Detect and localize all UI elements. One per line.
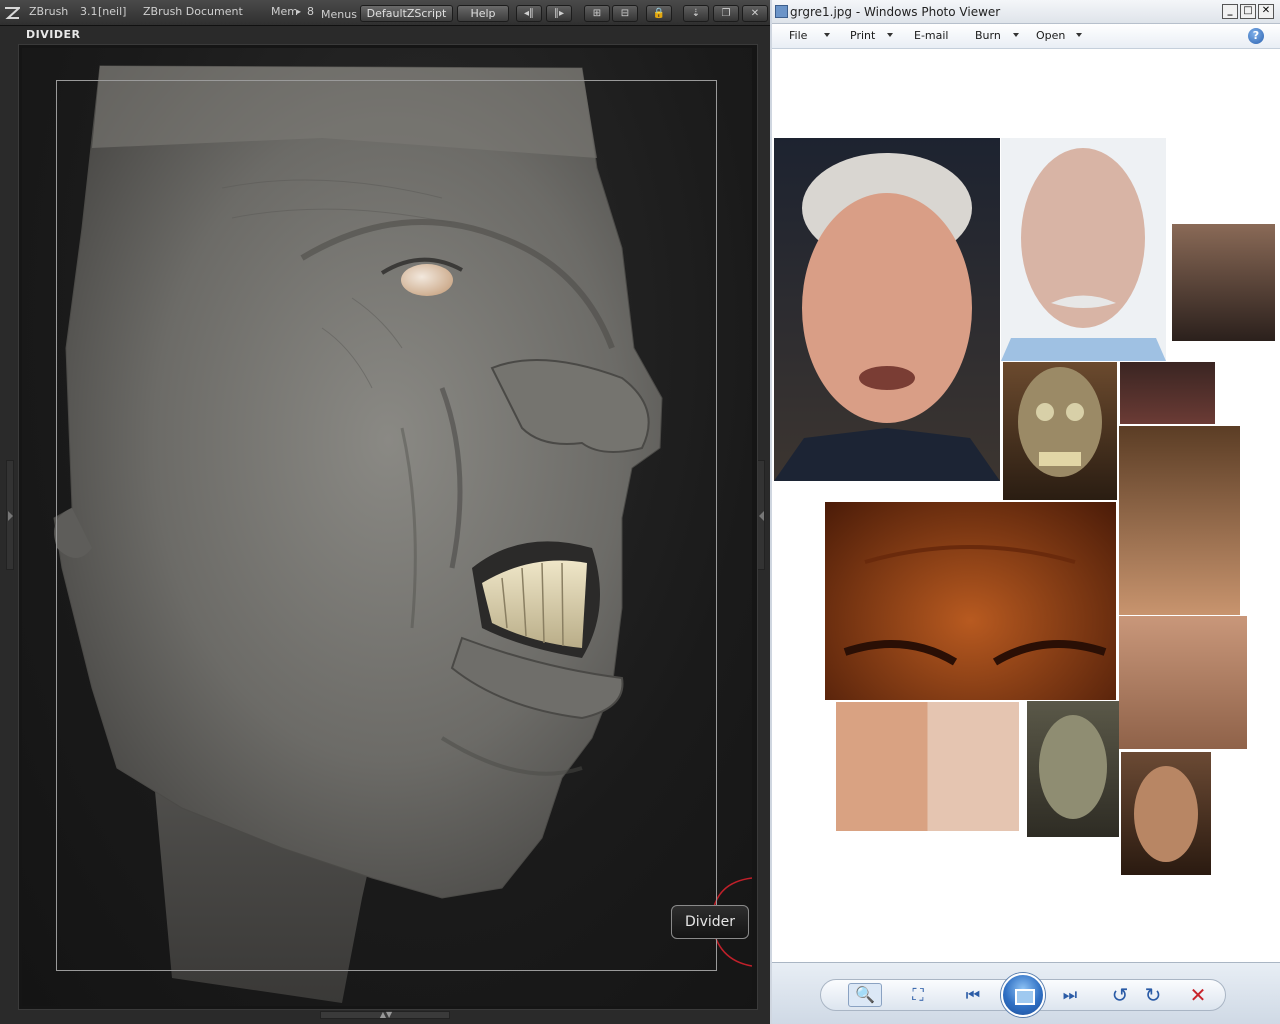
- viewer-menu-bar: File Print E-mail Burn Open ?: [772, 24, 1280, 49]
- minimize-icon[interactable]: ⇣: [683, 5, 709, 22]
- menu-burn[interactable]: Burn: [975, 29, 1001, 42]
- reference-photo-old-man-2: [1001, 138, 1166, 361]
- rotate-ccw-icon[interactable]: ↺: [1107, 983, 1133, 1007]
- image-view[interactable]: [772, 50, 1280, 962]
- app-version: 3.1: [80, 5, 98, 18]
- viewer-title-bar: grgre1.jpg - Windows Photo Viewer _ □ ✕: [772, 0, 1280, 24]
- reference-photo-zombie-1: [1003, 362, 1117, 500]
- document-name: ZBrush Document: [143, 5, 243, 18]
- reference-photo-frown: [825, 502, 1116, 700]
- reference-photo-neck: [1172, 224, 1275, 341]
- menu-open[interactable]: Open: [1036, 29, 1065, 42]
- file-caret-icon: [824, 33, 830, 37]
- layout-a-icon[interactable]: ⊞: [584, 5, 610, 22]
- panel-title: DIVIDER: [26, 28, 81, 41]
- zbrush-window: ZBrush 3.1 [neil] ZBrush Document Mem ▸ …: [0, 0, 770, 1024]
- sculpt-canvas[interactable]: [22, 48, 752, 1006]
- layout-b-icon[interactable]: ⊟: [612, 5, 638, 22]
- reference-photo-disgust-faces: [836, 702, 1019, 831]
- photo-viewer-window: grgre1.jpg - Windows Photo Viewer _ □ ✕ …: [770, 0, 1280, 1024]
- viewer-minimize-icon[interactable]: _: [1222, 4, 1238, 19]
- menu-print[interactable]: Print: [850, 29, 875, 42]
- help-button[interactable]: Help: [457, 5, 509, 22]
- viewer-title: grgre1.jpg - Windows Photo Viewer: [790, 5, 1001, 19]
- reference-photo-zombie-2: [1027, 701, 1119, 837]
- script-button[interactable]: DefaultZScript: [360, 5, 453, 22]
- close-icon[interactable]: ✕: [742, 5, 768, 22]
- reference-photo-creature: [1121, 752, 1211, 875]
- menu-file[interactable]: File: [789, 29, 807, 42]
- lock-icon[interactable]: 🔒: [646, 5, 672, 22]
- scroll-right-icon[interactable]: ∥▸: [546, 5, 572, 22]
- slideshow-button[interactable]: [1001, 973, 1045, 1017]
- viewer-control-bar: 🔍 ⛶ ⏮ ⏭ ↺ ↻ ✕: [772, 962, 1280, 1024]
- mem-value: 8: [307, 5, 314, 18]
- delete-icon[interactable]: ✕: [1185, 983, 1211, 1007]
- zoom-icon[interactable]: 🔍: [848, 983, 882, 1007]
- mem-label: Mem: [271, 5, 298, 18]
- reference-photo-wrinkles: [1119, 616, 1247, 749]
- open-caret-icon: [1076, 33, 1082, 37]
- reference-photo-eyes: [1120, 362, 1215, 424]
- reference-photo-old-man-1: [774, 138, 1000, 481]
- previous-icon[interactable]: ⏮: [960, 983, 986, 1007]
- viewer-close-icon[interactable]: ✕: [1258, 4, 1274, 19]
- rotate-cw-icon[interactable]: ↻: [1140, 983, 1166, 1007]
- app-user: [neil]: [98, 5, 127, 18]
- actual-size-icon[interactable]: ⛶: [905, 983, 931, 1007]
- scroll-left-icon[interactable]: ◂∥: [516, 5, 542, 22]
- mem-arrow-icon: ▸: [297, 7, 302, 16]
- zbrush-logo-icon: [5, 7, 20, 19]
- next-icon[interactable]: ⏭: [1057, 983, 1083, 1007]
- viewer-maximize-icon[interactable]: □: [1240, 4, 1256, 19]
- restore-icon[interactable]: ❐: [713, 5, 739, 22]
- divider-tooltip: Divider: [671, 905, 749, 939]
- print-caret-icon: [887, 33, 893, 37]
- zbrush-title-bar: ZBrush 3.1 [neil] ZBrush Document Mem ▸ …: [0, 0, 770, 26]
- menus-toggle[interactable]: Menus: [321, 8, 357, 21]
- brush-cursor-icon: [711, 877, 752, 967]
- bottom-tray-arrow-icon: ▲▼: [379, 1010, 393, 1019]
- menu-email[interactable]: E-mail: [914, 29, 949, 42]
- help-icon[interactable]: ?: [1248, 28, 1264, 44]
- reference-photo-man-profile: [1119, 426, 1240, 615]
- app-name: ZBrush: [29, 5, 69, 18]
- right-tray-handle[interactable]: [757, 460, 765, 570]
- viewer-app-icon: [775, 5, 788, 18]
- left-tray-handle[interactable]: [6, 460, 14, 570]
- burn-caret-icon: [1013, 33, 1019, 37]
